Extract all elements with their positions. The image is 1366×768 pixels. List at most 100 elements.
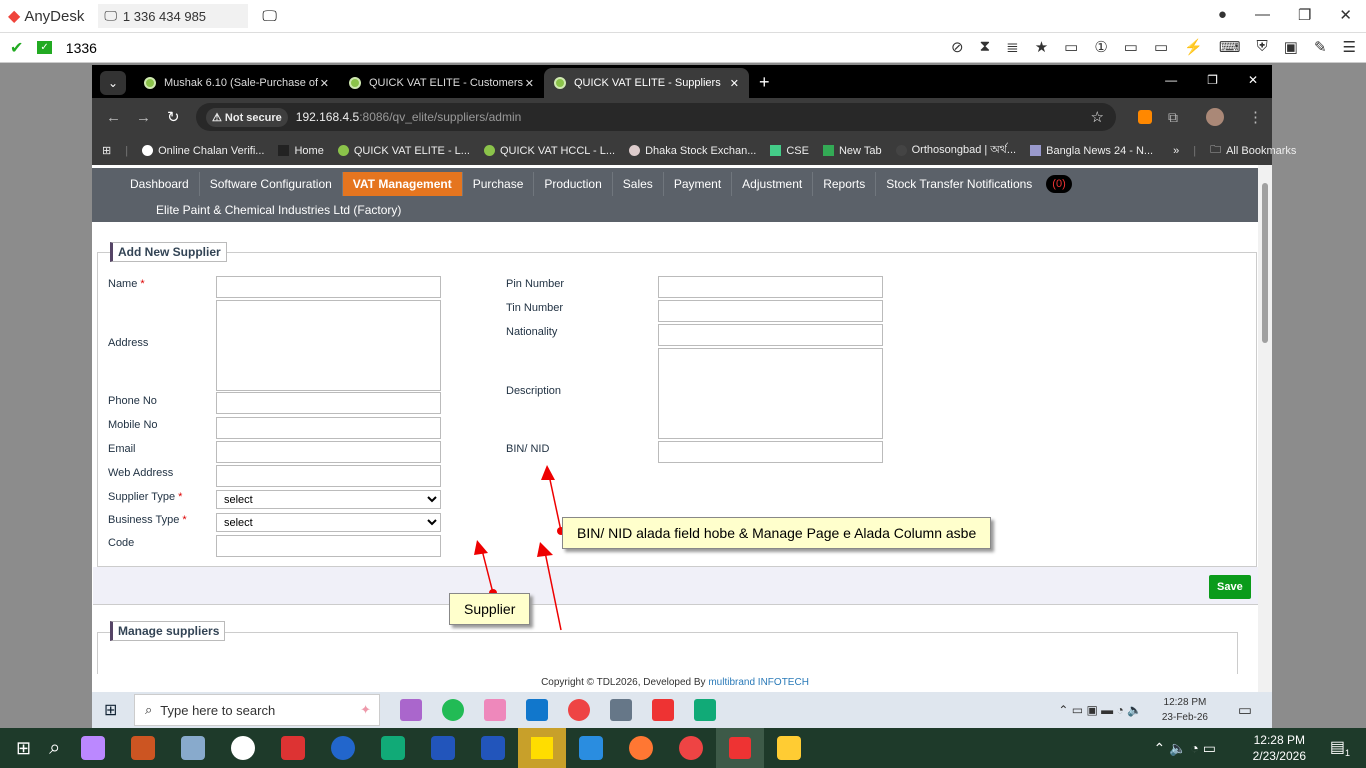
windows-start-icon[interactable]: ⊞ [104,700,117,720]
not-secure-badge[interactable]: ⚠ Not secure [206,107,288,127]
taskbar-app-icon[interactable] [610,699,632,721]
bookmark[interactable]: QUICK VAT HCCL - L... [483,145,615,157]
profile-avatar[interactable] [1206,108,1224,126]
extension-icon[interactable] [1138,110,1152,124]
taskbar-search[interactable]: ⌕ Type here to search ✦ [134,694,380,726]
url-bar[interactable]: ⚠ Not secure 192.168.4.5:8086/qv_elite/s… [196,103,1116,131]
account-icon[interactable]: ● [1218,6,1227,24]
annotation-supplier: Supplier [449,593,531,625]
windows-start-icon[interactable]: ⊞ [16,738,31,759]
bookmark-star-icon[interactable]: ☆ [1091,108,1104,126]
all-bookmarks-button[interactable]: 🗀 All Bookmarks [1210,141,1296,160]
close-button[interactable]: ✕ [1339,6,1352,24]
bookmark[interactable]: Home [278,145,324,157]
taskbar-app-icon[interactable] [568,699,590,721]
file-icon[interactable]: ▭ [1064,38,1078,56]
taskbar-app-icon[interactable] [281,736,306,760]
reload-icon[interactable]: ↻ [167,108,180,126]
url-host: 192.168.4.5 [295,110,360,124]
new-session-icon[interactable]: 🖵 [262,8,276,25]
taskbar-app-icon[interactable] [526,699,548,721]
bookmarks-bar: ⊞ | Online Chalan Verifi... Home QUICK VA… [92,136,1296,165]
action-center-icon[interactable]: ▭ [1238,701,1252,719]
new-tab-button[interactable]: + [759,72,770,93]
bookmark-label: Orthosongbad | অর্থ... [911,144,1017,156]
taskbar-app-icon[interactable] [431,736,456,760]
minimize-button[interactable]: — [1165,73,1177,87]
taskbar-app-icon[interactable] [131,736,156,760]
tray-icons[interactable]: ⌃ ▭ ▣ ▬ ◔ 🔈 [1058,703,1142,717]
taskbar-app-icon[interactable] [481,736,506,760]
database-icon[interactable]: ≣ [1006,38,1019,56]
taskbar-app-active[interactable] [518,728,567,768]
tab-mushak[interactable]: Mushak 6.10 (Sale-Purchase of ✕ [134,68,339,98]
taskbar-app-icon[interactable] [381,736,406,760]
session-tab[interactable]: 1336 [66,40,97,56]
restore-button[interactable]: ❐ [1207,73,1218,87]
tab-search-button[interactable]: ⌄ [100,71,126,95]
taskbar-anydesk[interactable] [716,728,765,768]
record-icon[interactable]: ▣ [1284,38,1298,56]
site-icon [349,77,361,89]
bookmark[interactable]: Orthosongbad | অর্থ... [895,141,1017,160]
local-clock[interactable]: 12:28 PM 2/23/2026 [1253,732,1306,764]
remote-time: 12:28 PM [1163,697,1207,708]
page-scrollbar[interactable] [1258,165,1272,692]
remote-clock[interactable]: 12:28 PM 23-Feb-26 [1162,695,1208,725]
bookmark[interactable]: Dhaka Stock Exchan... [629,145,756,157]
menu-icon[interactable]: ☰ [1343,38,1356,56]
bookmark[interactable]: Bangla News 24 - N... [1030,145,1153,157]
bookmark[interactable]: New Tab [822,145,882,157]
close-button[interactable]: ✕ [1248,73,1258,87]
bookmark[interactable]: Online Chalan Verifi... [142,145,264,157]
taskbar-app-icon[interactable] [579,736,604,760]
taskbar-app-icon[interactable] [484,699,506,721]
restore-button[interactable]: ❐ [1298,6,1311,24]
minimize-button[interactable]: — [1255,6,1270,24]
hourglass-icon[interactable]: ⧗ [980,38,991,56]
taskbar-app-icon[interactable] [231,736,256,760]
taskbar-app-icon[interactable] [400,699,422,721]
remote-address: 1 336 434 985 [122,8,207,24]
close-tab-icon[interactable]: ✕ [730,77,739,90]
bookmark[interactable]: QUICK VAT ELITE - L... [337,145,470,157]
tab-customers[interactable]: QUICK VAT ELITE - Customers ✕ [339,68,544,98]
shield-icon[interactable]: ⛨ [1257,38,1268,56]
display-icon[interactable]: ▭ [1124,38,1138,56]
close-tab-icon[interactable]: ✕ [525,77,534,90]
taskbar-app-icon[interactable] [777,736,802,760]
close-tab-icon[interactable]: ✕ [320,77,329,90]
privacy-icon[interactable]: ⊘ [951,38,964,56]
kebab-menu-icon[interactable]: ⋮ [1248,108,1263,126]
notifications-icon[interactable]: ▤1 [1330,737,1350,758]
chat-icon[interactable]: ▭ [1154,38,1168,56]
taskbar-app-icon[interactable] [679,736,704,760]
extensions-icon[interactable]: ⧉ [1168,109,1178,126]
tray-icons[interactable]: ⌃ 🔈 ◔ ▭ [1153,740,1216,757]
forward-icon[interactable]: → [136,109,151,126]
keyboard-icon[interactable]: ⌨ [1219,38,1241,56]
scrollbar-thumb[interactable] [1262,183,1268,343]
taskbar-app-icon[interactable] [442,699,464,721]
arrow-head [537,542,553,557]
taskbar-app-icon[interactable] [81,736,106,760]
taskbar-app-icon[interactable] [331,736,356,760]
back-icon[interactable]: ← [106,109,121,126]
address-toolbar: ← → ↻ ⚠ Not secure 192.168.4.5:8086/qv_e… [92,98,1272,136]
monitor-select-icon[interactable]: ① [1094,38,1107,56]
taskbar-app-icon[interactable] [652,699,674,721]
search-icon[interactable]: ⌕ [49,737,60,760]
apps-icon[interactable]: ⊞ [102,144,111,157]
star-icon[interactable]: ★ [1035,38,1048,56]
action-icon[interactable]: ⚡ [1184,38,1203,56]
more-bookmarks-button[interactable]: » [1173,145,1179,157]
bookmark[interactable]: CSE [770,145,809,157]
tab-suppliers[interactable]: QUICK VAT ELITE - Suppliers ✕ [544,68,749,98]
draw-icon[interactable]: ✎ [1314,38,1327,56]
taskbar-app-icon[interactable] [694,699,716,721]
taskbar-app-icon[interactable] [181,736,206,760]
developer-link[interactable]: multibrand INFOTECH [708,677,809,688]
anydesk-address-tab[interactable]: 🖵 1 336 434 985 [98,4,249,28]
taskbar-app-icon[interactable] [629,736,654,760]
all-bookmarks-label: All Bookmarks [1226,144,1297,157]
